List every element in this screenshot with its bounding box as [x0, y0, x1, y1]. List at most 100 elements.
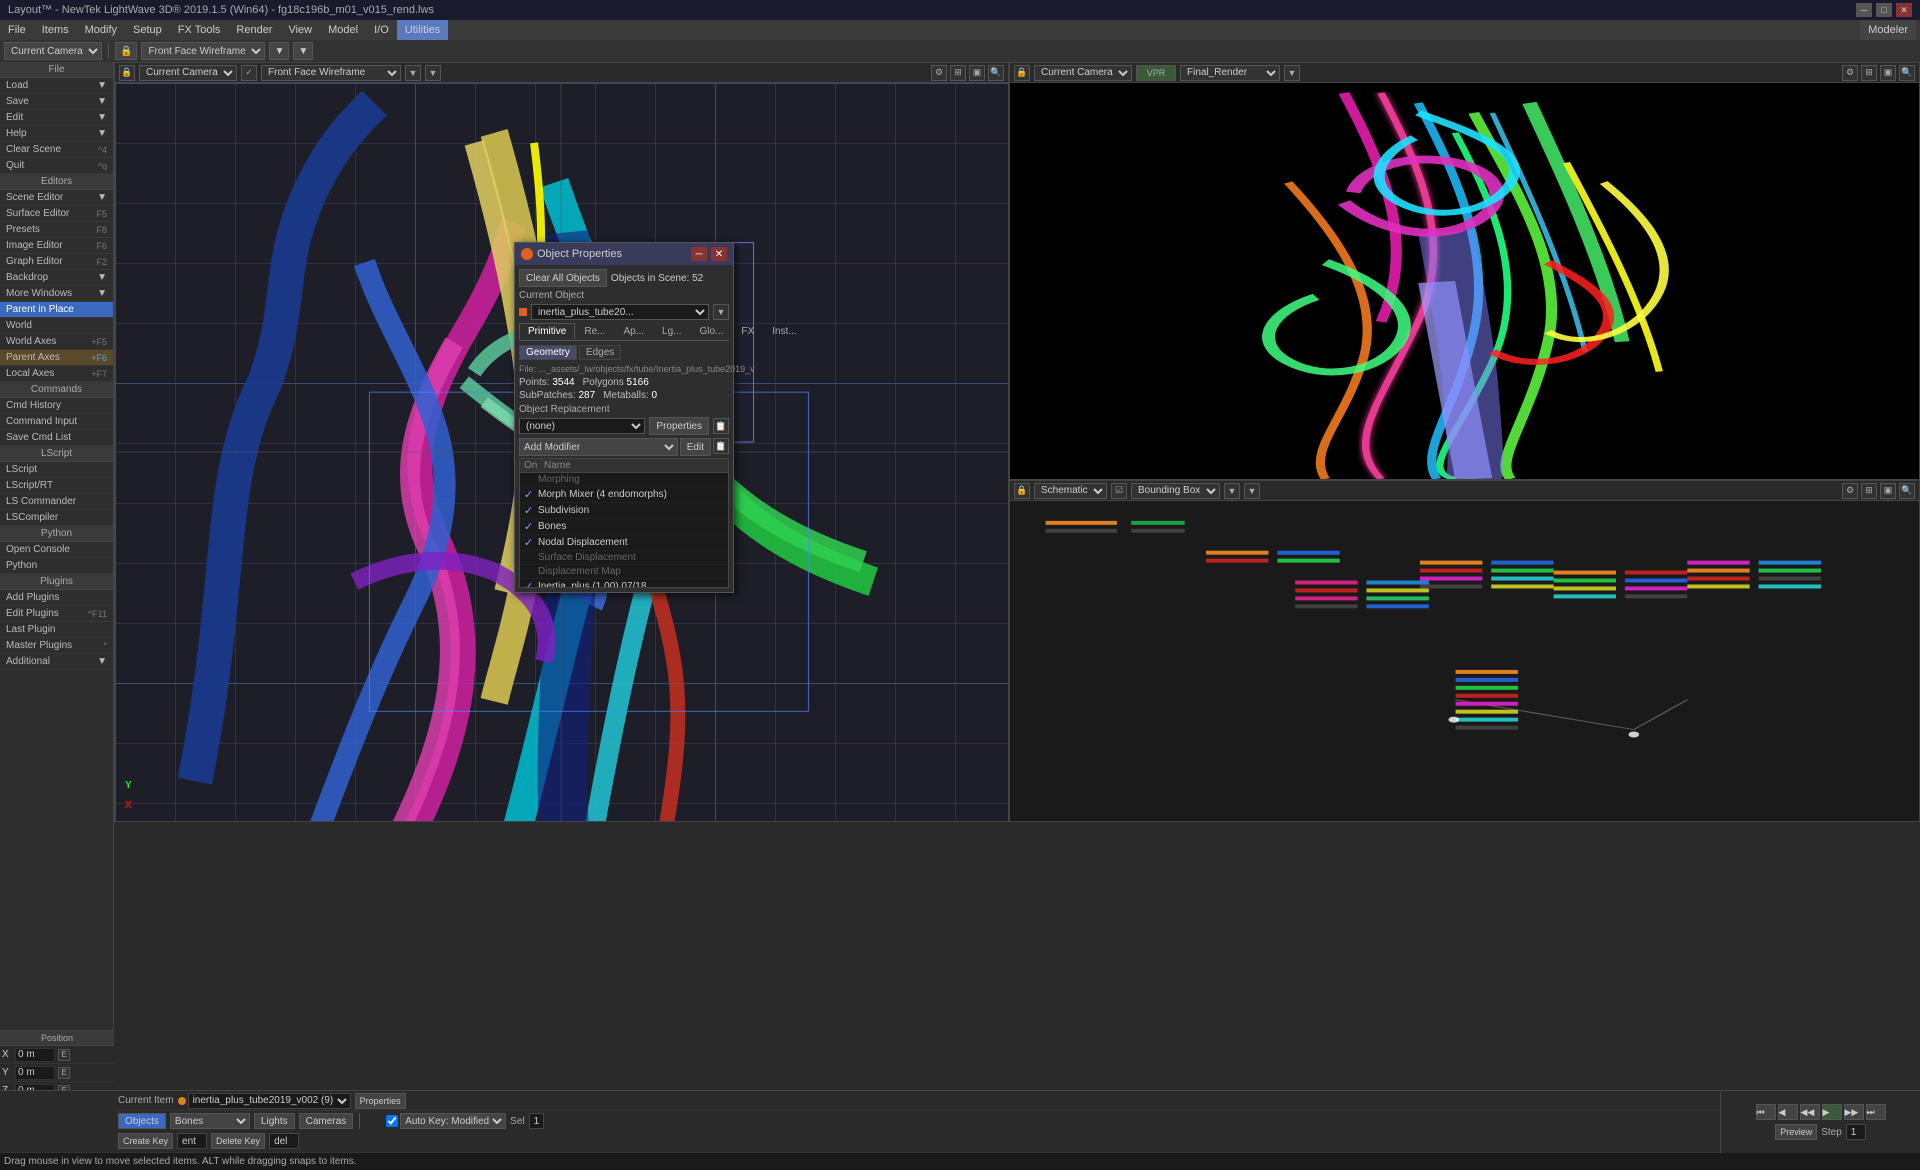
viewport-lock-btn[interactable]: 🔒 — [115, 42, 137, 60]
pb-play-rev[interactable]: ◀◀ — [1800, 1104, 1820, 1120]
sidebar-master-plugins[interactable]: Master Plugins ° — [0, 638, 113, 654]
modeler-button[interactable]: Modeler — [1860, 20, 1916, 40]
modifier-edit-btn[interactable]: Edit — [680, 438, 711, 456]
sidebar-load[interactable]: Load ▼ — [0, 78, 113, 94]
schematic-zoom[interactable]: 🔍 — [1899, 483, 1915, 499]
modifier-bones[interactable]: ✓ Bones — [520, 519, 728, 535]
dialog-close[interactable]: ✕ — [711, 247, 727, 261]
vp-left-mode-check[interactable]: ✓ — [241, 65, 257, 81]
properties-btn[interactable]: Properties — [649, 417, 709, 435]
sidebar-save[interactable]: Save ▼ — [0, 94, 113, 110]
camera-select[interactable]: Current Camera — [4, 42, 102, 60]
sidebar-ls-commander[interactable]: LS Commander — [0, 494, 113, 510]
sidebar-additional[interactable]: Additional ▼ — [0, 654, 113, 670]
pb-play-fwd[interactable]: ▶▶ — [1844, 1104, 1864, 1120]
pos-y-e[interactable]: E — [58, 1067, 70, 1079]
sidebar-edit[interactable]: Edit ▼ — [0, 110, 113, 126]
sidebar-edit-plugins[interactable]: Edit Plugins ^F11 — [0, 606, 113, 622]
schematic-canvas[interactable] — [1010, 501, 1919, 821]
modifier-nodal-displacement[interactable]: ✓ Nodal Displacement — [520, 535, 728, 551]
sidebar-clear-scene[interactable]: Clear Scene ^4 — [0, 142, 113, 158]
close-button[interactable]: ✕ — [1896, 3, 1912, 17]
vp-left-settings[interactable]: ⚙ — [931, 65, 947, 81]
cameras-btn[interactable]: Cameras — [299, 1113, 354, 1129]
sidebar-world[interactable]: World — [0, 318, 113, 334]
dialog-titlebar[interactable]: Object Properties ─ ✕ — [515, 243, 733, 265]
sidebar-save-cmd-list[interactable]: Save Cmd List — [0, 430, 113, 446]
vp-left-mode-select[interactable]: Front Face Wireframe — [261, 65, 401, 81]
schematic-arrow[interactable]: ▼ — [1224, 483, 1240, 499]
sidebar-more-windows[interactable]: More Windows ▼ — [0, 286, 113, 302]
menu-items[interactable]: Items — [34, 20, 77, 40]
viewport-right[interactable]: 🔒 Current Camera VPR Final_Render ▼ ⚙ ⊞ … — [1009, 62, 1920, 480]
schematic-grid[interactable]: ⊞ — [1861, 483, 1877, 499]
tab-inst[interactable]: Inst... — [763, 323, 805, 340]
vp-right-grid[interactable]: ⊞ — [1861, 65, 1877, 81]
viewport-mode-arrow[interactable]: ▼ — [269, 42, 289, 60]
viewport-schematic[interactable]: 🔒 Schematic ☑ Bounding Box ▼ ▼ ⚙ ⊞ ▣ 🔍 — [1009, 480, 1920, 822]
tab-ap[interactable]: Ap... — [614, 323, 653, 340]
menu-modify[interactable]: Modify — [77, 20, 125, 40]
properties-icon[interactable]: 📋 — [713, 418, 729, 434]
menu-view[interactable]: View — [280, 20, 320, 40]
sidebar-command-input[interactable]: Command Input — [0, 414, 113, 430]
modifier-morph-mixer[interactable]: ✓ Morph Mixer (4 endomorphs) — [520, 487, 728, 503]
vp-left-lock[interactable]: 🔒 — [119, 65, 135, 81]
vp-right-zoom[interactable]: 🔍 — [1899, 65, 1915, 81]
viewport-right-canvas[interactable] — [1010, 83, 1919, 479]
auto-key-select[interactable]: Auto Key: Modified — [400, 1113, 506, 1129]
modifier-icon[interactable]: 📋 — [713, 438, 729, 454]
vp-left-arrow2[interactable]: ▼ — [425, 65, 441, 81]
vp-right-settings[interactable]: ⚙ — [1842, 65, 1858, 81]
sidebar-parent-axes[interactable]: Parent Axes +F6 — [0, 350, 113, 366]
schematic-select[interactable]: Schematic — [1034, 483, 1107, 499]
objects-btn[interactable]: Objects — [118, 1113, 166, 1129]
vp-right-arrow[interactable]: ▼ — [1284, 65, 1300, 81]
schematic-checkbox[interactable]: ☑ — [1111, 483, 1127, 499]
timeline-ruler-container[interactable] — [114, 1091, 1720, 1111]
sidebar-image-editor[interactable]: Image Editor F6 — [0, 238, 113, 254]
menu-setup[interactable]: Setup — [125, 20, 170, 40]
obj-replacement-select[interactable]: (none) — [519, 418, 645, 434]
vp-right-mode-select[interactable]: Final_Render — [1180, 65, 1280, 81]
pb-start[interactable]: ⏮ — [1756, 1104, 1776, 1120]
sidebar-presets[interactable]: Presets F8 — [0, 222, 113, 238]
modifier-morphing[interactable]: Morphing — [520, 473, 728, 487]
sidebar-lscompiler[interactable]: LSCompiler — [0, 510, 113, 526]
sidebar-lscript-rt[interactable]: LScript/RT — [0, 478, 113, 494]
vp-left-view[interactable]: ▣ — [969, 65, 985, 81]
schematic-view[interactable]: ▣ — [1880, 483, 1896, 499]
vp-left-arrow[interactable]: ▼ — [405, 65, 421, 81]
delete-key-btn[interactable]: Delete Key — [211, 1133, 265, 1149]
current-object-select[interactable]: inertia_plus_tube20... — [531, 304, 709, 320]
bounding-box-select[interactable]: Bounding Box — [1131, 483, 1220, 499]
minimize-button[interactable]: ─ — [1856, 3, 1872, 17]
sidebar-backdrop[interactable]: Backdrop ▼ — [0, 270, 113, 286]
auto-key-checkbox[interactable] — [386, 1115, 398, 1127]
modifier-inertia-plus[interactable]: ✓ Inertia_plus (1.00) 07/18 — [520, 579, 728, 588]
vp-right-camera-select[interactable]: Current Camera — [1034, 65, 1132, 81]
tab-lg[interactable]: Lg... — [653, 323, 690, 340]
menu-utilities[interactable]: Utilities — [397, 20, 448, 40]
modifier-list[interactable]: On Name Morphing ✓ Morph Mixer (4 endomo… — [519, 458, 729, 588]
sidebar-surface-editor[interactable]: Surface Editor F5 — [0, 206, 113, 222]
menu-fxtools[interactable]: FX Tools — [170, 20, 229, 40]
sidebar-graph-editor[interactable]: Graph Editor F2 — [0, 254, 113, 270]
pb-prev[interactable]: ◀ — [1778, 1104, 1798, 1120]
schematic-lock[interactable]: 🔒 — [1014, 483, 1030, 499]
maximize-button[interactable]: □ — [1876, 3, 1892, 17]
vp-right-vpr[interactable]: VPR — [1136, 65, 1176, 81]
pb-play[interactable]: ▶ — [1822, 1104, 1842, 1120]
vp-right-view[interactable]: ▣ — [1880, 65, 1896, 81]
create-key-btn[interactable]: Create Key — [118, 1133, 173, 1149]
vp-left-camera-select[interactable]: Current Camera — [139, 65, 237, 81]
lights-btn[interactable]: Lights — [254, 1113, 295, 1129]
sidebar-lscript[interactable]: LScript — [0, 462, 113, 478]
sidebar-quit[interactable]: Quit ^q — [0, 158, 113, 174]
menu-model[interactable]: Model — [320, 20, 366, 40]
pos-x-e[interactable]: E — [58, 1049, 70, 1061]
menu-file[interactable]: File — [0, 20, 34, 40]
sidebar-last-plugin[interactable]: Last Plugin — [0, 622, 113, 638]
add-modifier-select[interactable]: Add Modifier — [519, 438, 678, 456]
menu-io[interactable]: I/O — [366, 20, 397, 40]
